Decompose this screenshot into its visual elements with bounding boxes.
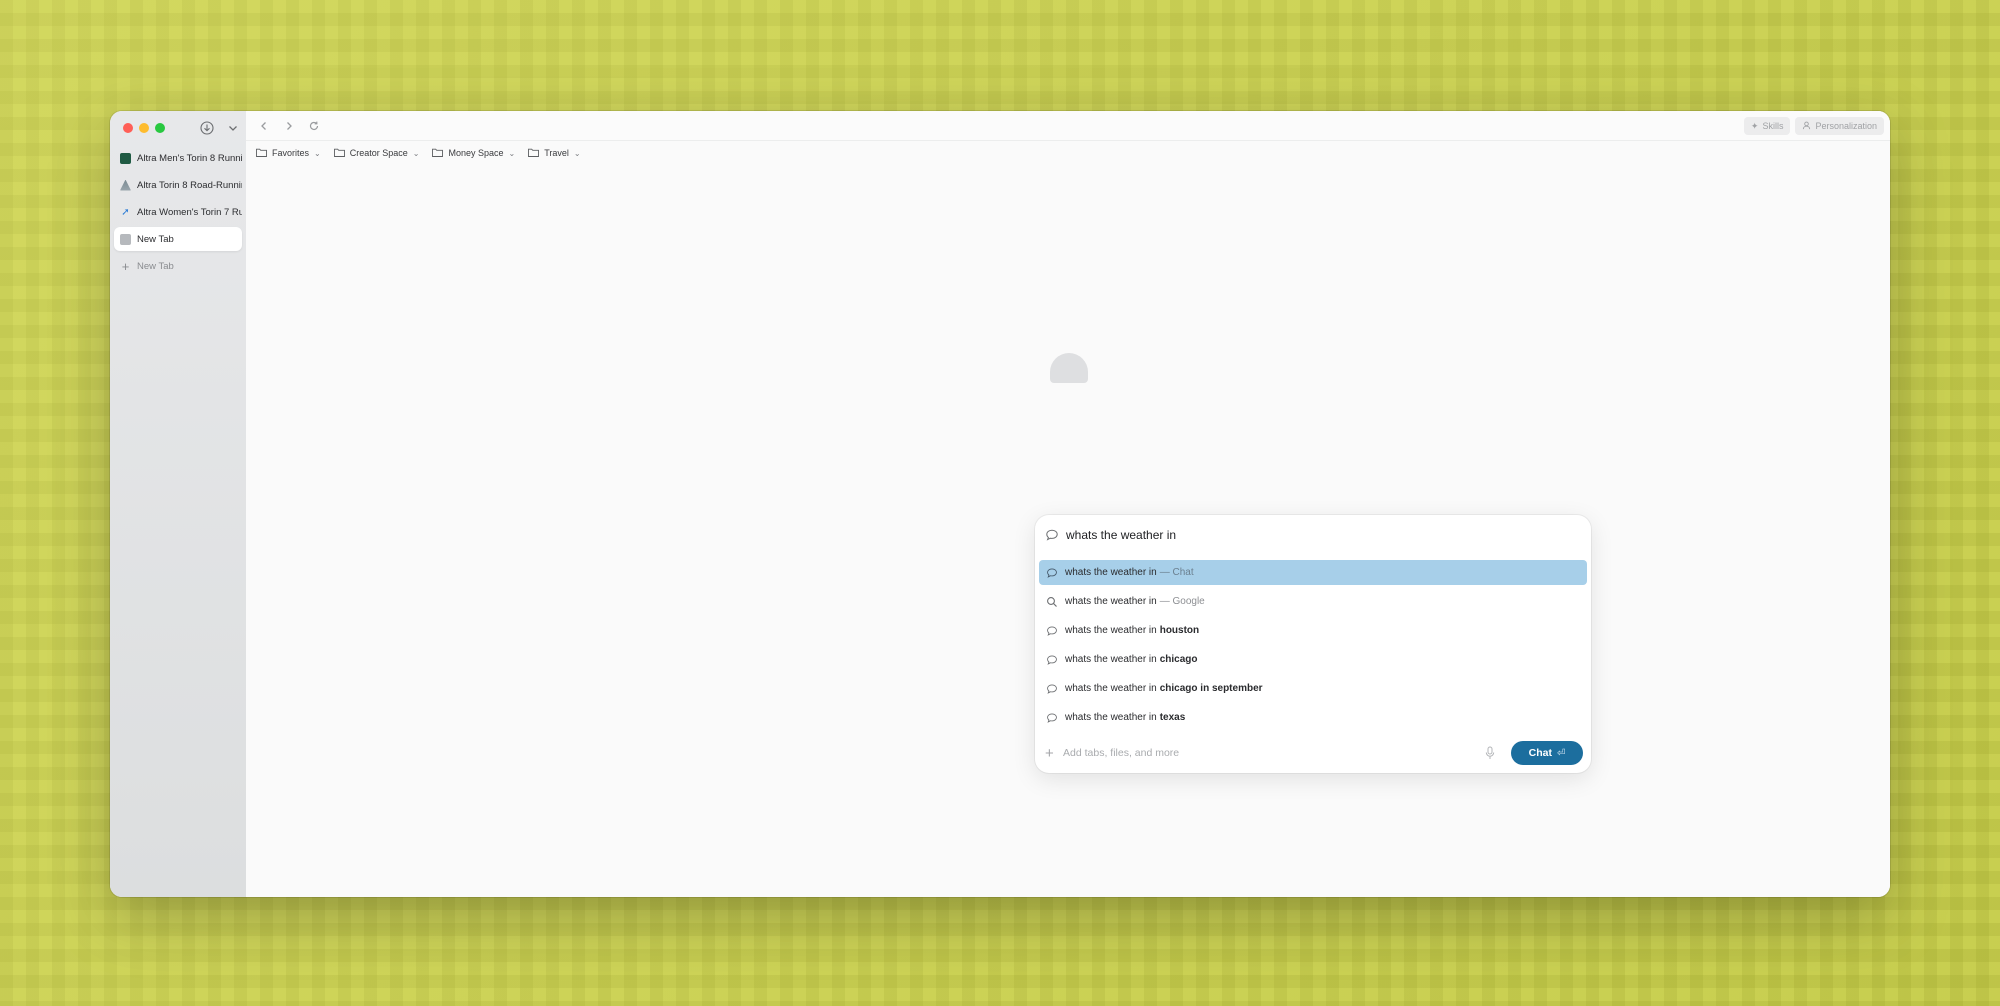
suggestion-chat[interactable]: whats the weather in — Chat bbox=[1039, 560, 1587, 585]
suggestion-text: whats the weather in bbox=[1065, 654, 1157, 665]
close-window-button[interactable] bbox=[123, 123, 133, 133]
search-panel: whats the weather in — Chat whats the we… bbox=[1035, 515, 1591, 773]
chevron-down-icon: ⌄ bbox=[314, 148, 321, 158]
bookmark-folder-travel[interactable]: Travel ⌄ bbox=[528, 148, 581, 159]
toolbar: ✦ Skills Personalization bbox=[246, 111, 1890, 141]
bookmark-label: Travel bbox=[544, 148, 569, 158]
tab-altra-womens-torin-7[interactable]: ➚ Altra Women's Torin 7 Running bbox=[114, 200, 242, 224]
tab-new-tab-active[interactable]: New Tab bbox=[114, 227, 242, 251]
folder-icon bbox=[528, 148, 540, 159]
search-input[interactable] bbox=[1066, 528, 1581, 542]
main-content: ✦ Skills Personalization Favorites ⌄ Cre… bbox=[246, 111, 1890, 897]
panel-footer: + Chat ⏎ bbox=[1045, 741, 1583, 765]
bookmark-folder-creator-space[interactable]: Creator Space ⌄ bbox=[333, 148, 420, 159]
suggestion-text: whats the weather in bbox=[1065, 683, 1157, 694]
suggestion-google[interactable]: whats the weather in — Google bbox=[1039, 589, 1587, 614]
suggestion-chicago[interactable]: whats the weather in chicago bbox=[1039, 647, 1587, 672]
suggestion-text: whats the weather in bbox=[1065, 712, 1157, 723]
chat-bubble-icon bbox=[1046, 683, 1058, 695]
add-context-icon[interactable]: + bbox=[1045, 745, 1055, 762]
altra-logo-icon bbox=[120, 152, 131, 164]
suggestion-houston[interactable]: whats the weather in houston bbox=[1039, 618, 1587, 643]
tab-altra-torin-8-road-running[interactable]: Altra Torin 8 Road-Running bbox=[114, 173, 242, 197]
new-tab-label: New Tab bbox=[137, 260, 174, 272]
chat-bubble-icon bbox=[1046, 567, 1058, 579]
personalization-button[interactable]: Personalization bbox=[1795, 117, 1884, 135]
forward-arrow-icon[interactable] bbox=[281, 118, 297, 134]
bookmark-label: Creator Space bbox=[349, 148, 408, 158]
skills-label: Skills bbox=[1762, 121, 1784, 131]
download-icon[interactable] bbox=[199, 120, 215, 136]
bookmark-label: Favorites bbox=[272, 148, 310, 158]
suggestion-suffix: — Chat bbox=[1159, 567, 1194, 578]
chevron-down-icon: ⌄ bbox=[573, 148, 581, 158]
attach-context-input[interactable] bbox=[1063, 747, 1483, 759]
chat-submit-button[interactable]: Chat ⏎ bbox=[1511, 741, 1583, 765]
altra-product-icon bbox=[120, 179, 131, 191]
bookmark-folder-money-space[interactable]: Money Space ⌄ bbox=[432, 148, 515, 159]
tab-list: Altra Men's Torin 8 Running Shoe Altra T… bbox=[114, 146, 242, 281]
maximize-window-button[interactable] bbox=[155, 123, 165, 133]
suggestion-suffix: — Google bbox=[1159, 596, 1205, 607]
new-tab-button[interactable]: + New Tab bbox=[114, 254, 242, 278]
bookmark-label: Money Space bbox=[448, 148, 504, 158]
skills-button[interactable]: ✦ Skills bbox=[1743, 117, 1791, 135]
browser-logo bbox=[1050, 353, 1088, 383]
sparkle-icon: ✦ bbox=[1750, 120, 1759, 131]
chat-bubble-icon bbox=[1046, 712, 1058, 724]
chevron-down-icon[interactable] bbox=[225, 120, 241, 136]
tab-label: Altra Torin 8 Road-Running bbox=[137, 179, 242, 191]
microphone-icon[interactable] bbox=[1483, 745, 1497, 761]
altra-blue-logo-icon: ➚ bbox=[121, 206, 130, 218]
folder-icon bbox=[256, 148, 267, 159]
tab-altra-mens-torin-8[interactable]: Altra Men's Torin 8 Running Shoe bbox=[114, 146, 242, 170]
suggestion-list: whats the weather in — Chat whats the we… bbox=[1039, 560, 1587, 734]
chat-bubble-icon bbox=[1046, 654, 1058, 666]
suggestion-text: whats the weather in bbox=[1065, 596, 1157, 607]
tab-label: Altra Men's Torin 8 Running Shoe bbox=[137, 152, 242, 164]
suggestion-completion: chicago in september bbox=[1159, 683, 1263, 694]
search-icon bbox=[1046, 596, 1058, 608]
window-controls bbox=[123, 123, 165, 133]
chat-button-label: Chat bbox=[1528, 747, 1552, 759]
tab-label: Altra Women's Torin 7 Running bbox=[137, 206, 242, 218]
bookmarks-bar: Favorites ⌄ Creator Space ⌄ Money Space … bbox=[246, 141, 1890, 165]
minimize-window-button[interactable] bbox=[139, 123, 149, 133]
tab-label: New Tab bbox=[137, 233, 174, 245]
suggestion-completion: texas bbox=[1159, 712, 1186, 723]
return-key-icon: ⏎ bbox=[1556, 747, 1566, 759]
suggestion-completion: chicago bbox=[1159, 654, 1198, 665]
folder-icon bbox=[432, 148, 444, 159]
suggestion-text: whats the weather in bbox=[1065, 567, 1157, 578]
chevron-down-icon: ⌄ bbox=[508, 148, 516, 158]
suggestion-texas[interactable]: whats the weather in texas bbox=[1039, 705, 1587, 730]
person-icon bbox=[1802, 121, 1811, 132]
suggestion-text: whats the weather in bbox=[1065, 625, 1157, 636]
browser-window: Altra Men's Torin 8 Running Shoe Altra T… bbox=[110, 111, 1890, 897]
folder-icon bbox=[333, 148, 345, 159]
reload-icon[interactable] bbox=[306, 118, 322, 134]
personalization-label: Personalization bbox=[1815, 121, 1877, 131]
plus-icon: + bbox=[121, 258, 130, 274]
chat-bubble-icon bbox=[1046, 625, 1058, 637]
chat-bubble-icon bbox=[1045, 528, 1059, 542]
chevron-down-icon: ⌄ bbox=[412, 148, 420, 158]
sidebar: Altra Men's Torin 8 Running Shoe Altra T… bbox=[110, 111, 246, 897]
newtab-icon bbox=[120, 233, 131, 245]
suggestion-chicago-in-september[interactable]: whats the weather in chicago in septembe… bbox=[1039, 676, 1587, 701]
back-arrow-icon[interactable] bbox=[256, 118, 272, 134]
suggestion-completion: houston bbox=[1159, 625, 1200, 636]
bookmark-folder-favorites[interactable]: Favorites ⌄ bbox=[256, 148, 321, 159]
